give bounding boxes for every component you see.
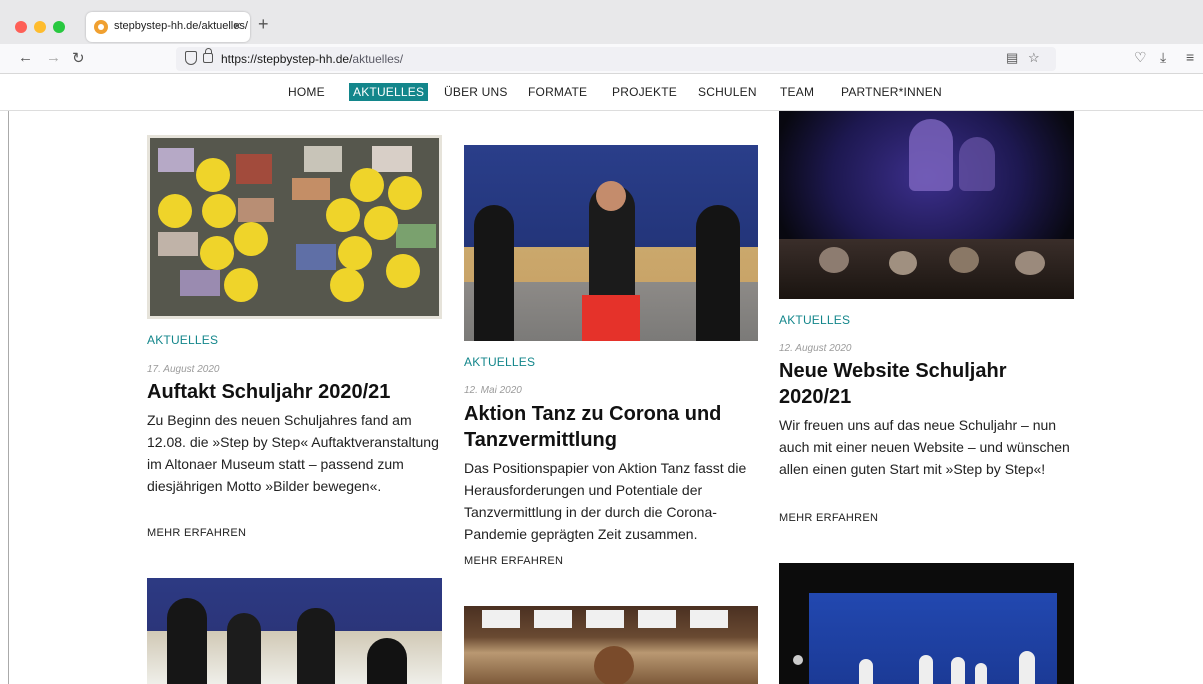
post-image-dancers[interactable] — [464, 145, 758, 341]
read-more-link[interactable]: MEHR ERFAHREN — [147, 527, 246, 539]
post-category[interactable]: AKTUELLES — [464, 355, 535, 369]
post-image-dance-workshop[interactable] — [147, 578, 442, 684]
browser-tab-bar: stepbystep-hh.de/aktuelles/ × + — [0, 0, 1203, 44]
close-window-button[interactable] — [15, 21, 27, 33]
nav-ueber-uns[interactable]: ÜBER UNS — [444, 85, 508, 99]
arrow-right-icon[interactable]: → — [46, 49, 61, 66]
post-date: 17. August 2020 — [147, 364, 220, 375]
star-icon[interactable]: ☆ — [1028, 50, 1040, 66]
read-more-link[interactable]: MEHR ERFAHREN — [464, 555, 563, 567]
arrow-left-icon[interactable]: ← — [18, 49, 33, 66]
site-navigation: HOME AKTUELLES ÜBER UNS FORMATE PROJEKTE… — [0, 75, 1203, 111]
navigation-toolbar: ← → ↻ https://stepbystep-hh.de/aktuelles… — [0, 44, 1203, 74]
post-image-pinboard[interactable] — [147, 135, 442, 319]
url-host: https://stepbystep-hh.de/ — [221, 52, 353, 66]
post-image-cinema-screen[interactable] — [779, 111, 1074, 299]
browser-tab[interactable]: stepbystep-hh.de/aktuelles/ × — [86, 12, 250, 42]
post-date: 12. August 2020 — [779, 343, 852, 354]
nav-team[interactable]: TEAM — [780, 85, 814, 99]
post-category[interactable]: AKTUELLES — [779, 313, 850, 327]
url-bar[interactable]: https://stepbystep-hh.de/aktuelles/ ▤ ☆ — [176, 47, 1056, 71]
zoom-window-button[interactable] — [53, 21, 65, 33]
post-excerpt: Wir freuen uns auf das neue Schuljahr – … — [779, 417, 1070, 477]
post-image-stage-performance[interactable] — [779, 563, 1074, 684]
nav-formate[interactable]: FORMATE — [528, 85, 587, 99]
post-title[interactable]: Neue Website Schuljahr 2020/21 — [779, 358, 1079, 410]
new-tab-button[interactable]: + — [258, 14, 269, 35]
post-excerpt: Das Positionspapier von Aktion Tanz fass… — [464, 460, 747, 542]
minimize-window-button[interactable] — [34, 21, 46, 33]
nav-schulen[interactable]: SCHULEN — [698, 85, 757, 99]
tab-close-icon[interactable]: × — [233, 18, 241, 33]
pocket-icon[interactable]: ♡ — [1134, 49, 1147, 66]
post-title[interactable]: Aktion Tanz zu Corona und Tanzvermittlun… — [464, 401, 764, 453]
window-edge-divider — [8, 111, 9, 684]
tab-title: stepbystep-hh.de/aktuelles/ — [114, 20, 248, 32]
url-text: https://stepbystep-hh.de/aktuelles/ — [221, 52, 403, 66]
read-more-link[interactable]: MEHR ERFAHREN — [779, 512, 878, 524]
nav-aktuelles[interactable]: AKTUELLES — [349, 83, 429, 101]
nav-home[interactable]: HOME — [288, 85, 325, 99]
lock-icon[interactable] — [203, 48, 213, 63]
post-category[interactable]: AKTUELLES — [147, 333, 218, 347]
post-date: 12. Mai 2020 — [464, 385, 522, 396]
download-icon[interactable]: ⤓ — [1160, 49, 1166, 66]
reload-icon[interactable]: ↻ — [72, 49, 85, 67]
post-title[interactable]: Auftakt Schuljahr 2020/21 — [147, 379, 447, 405]
url-path: aktuelles/ — [352, 52, 404, 66]
post-image-gym-workshop[interactable] — [464, 606, 758, 684]
nav-partnerinnen[interactable]: PARTNER*INNEN — [841, 85, 942, 99]
post-excerpt: Zu Beginn des neuen Schuljahres fand am … — [147, 412, 439, 494]
hamburger-menu-icon[interactable]: ≡ — [1186, 49, 1194, 65]
site-favicon-icon — [94, 20, 108, 34]
nav-projekte[interactable]: PROJEKTE — [612, 85, 677, 99]
shield-icon[interactable] — [185, 51, 197, 65]
reader-view-icon[interactable]: ▤ — [1006, 50, 1018, 66]
